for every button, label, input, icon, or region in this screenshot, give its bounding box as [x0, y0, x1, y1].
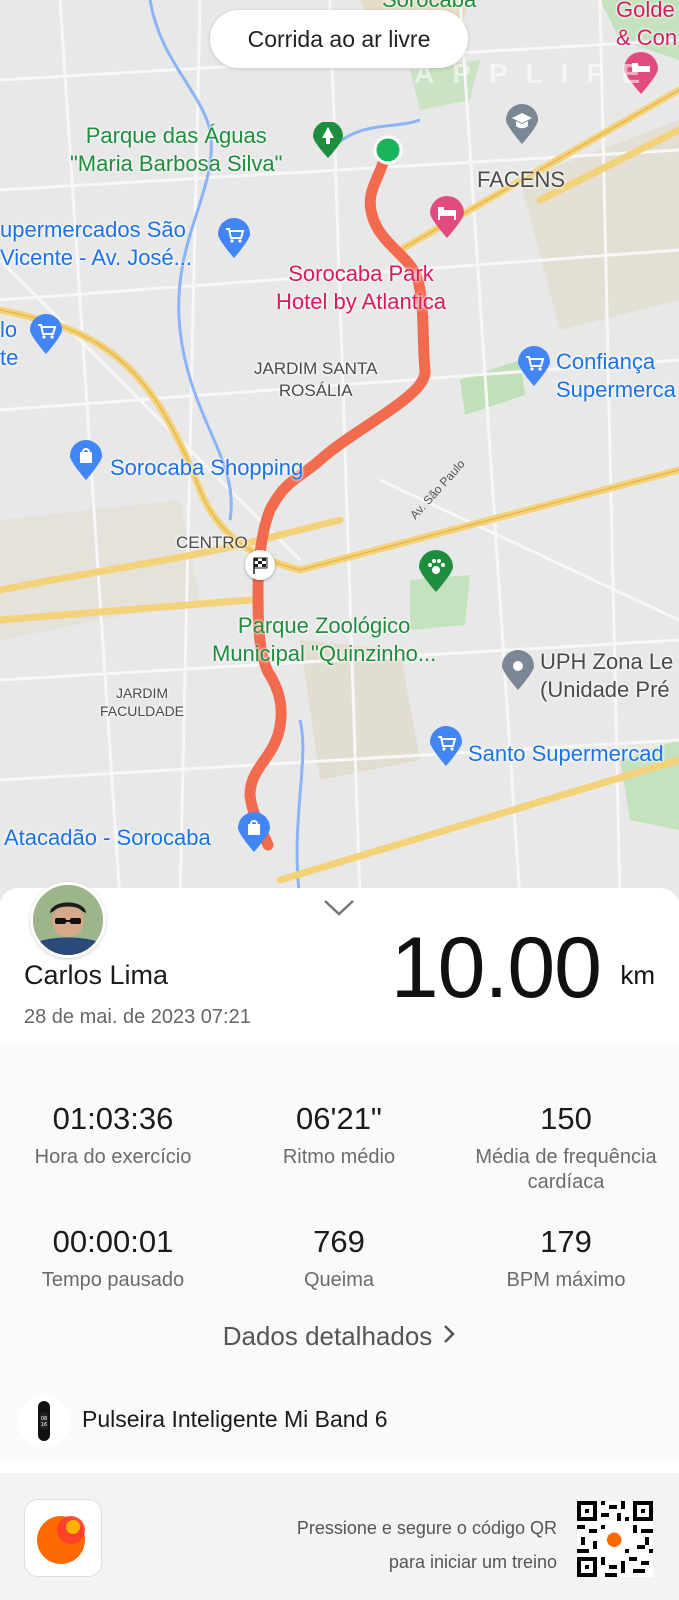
user-name: Carlos Lima: [24, 960, 169, 990]
university-pin-icon: [506, 104, 538, 144]
stat-value: 01:03:36: [52, 1101, 174, 1136]
location-pin-icon: [502, 650, 534, 690]
stat-value: 06'21": [296, 1101, 382, 1136]
map-label-supermercados: upermercados São Vicente - Av. José...: [0, 217, 192, 270]
stat-average-pace: 06'21" Ritmo médio: [226, 1101, 452, 1170]
device-row[interactable]: 08 16 Pulseira Inteligente Mi Band 6: [0, 1378, 679, 1463]
stat-value: 179: [540, 1224, 592, 1259]
map-label-lo: lo te: [0, 317, 19, 370]
workout-date: 28 de mai. de 2023 07:21: [24, 1006, 251, 1028]
shopping-pin-icon: [30, 314, 62, 354]
park-pin-icon: [313, 122, 343, 158]
zoo-pin-icon: [419, 550, 453, 592]
footer: Pressione e segure o código QR para inic…: [0, 1473, 679, 1600]
stat-label: Tempo pausado: [41, 1269, 185, 1291]
avatar[interactable]: [30, 882, 106, 958]
workout-summary-sheet: Carlos Lima 28 de mai. de 2023 07:21 10.…: [0, 882, 679, 1600]
stat-label: Queima: [303, 1269, 375, 1291]
chevron-right-icon: [442, 1321, 456, 1352]
map-label-golden: Golde & Con: [616, 0, 678, 50]
finish-flag-icon: [245, 550, 275, 580]
stat-exercise-time: 01:03:36 Hora do exercício: [0, 1101, 226, 1170]
stat-average-heart-rate: 150 Média de frequência cardíaca: [453, 1101, 679, 1195]
map-label-hotel: Sorocaba Park Hotel by Atlantica: [276, 261, 446, 314]
shopping-pin-icon: [430, 726, 462, 766]
qr-code[interactable]: [577, 1501, 653, 1577]
map-label-zoologico: Parque Zoológico Municipal "Quinzinho...: [212, 613, 437, 666]
map-label-jardim-faculdade: JARDIM FACULDADE: [100, 685, 185, 719]
qr-text-line2: para iniciar um treino: [388, 1552, 557, 1572]
stat-max-bpm: 179 BPM máximo: [453, 1224, 679, 1293]
map-label-centro: CENTRO: [176, 533, 248, 552]
stat-value: 00:00:01: [52, 1224, 174, 1259]
detailed-data-link[interactable]: Dados detalhados: [0, 1321, 679, 1352]
distance-value: 10.00: [390, 920, 602, 1016]
stat-value: 769: [313, 1224, 365, 1259]
stat-calories: 769 Queima: [226, 1224, 452, 1293]
smart-band-icon: 08 16: [18, 1395, 70, 1447]
mall-pin-icon: [70, 440, 102, 480]
qr-text-line1: Pressione e segure o código QR: [296, 1518, 557, 1538]
map-label-sorocaba-shopping: Sorocaba Shopping: [110, 455, 304, 480]
stat-label: Média de frequência cardíaca: [475, 1146, 657, 1193]
map-label-santo-supermercado: Santo Supermercad: [468, 741, 664, 766]
stat-label: BPM máximo: [506, 1269, 626, 1291]
stat-value: 150: [540, 1101, 592, 1136]
map-label-atacadao: Atacadão - Sorocaba: [4, 825, 211, 850]
stat-label: Ritmo médio: [282, 1146, 396, 1168]
app-logo-icon: [24, 1499, 102, 1577]
map-label-facens: FACENS: [477, 167, 566, 192]
stat-label: Hora do exercício: [34, 1146, 192, 1168]
stat-paused-time: 00:00:01 Tempo pausado: [0, 1224, 226, 1293]
route-map[interactable]: Parque das Águas "Maria Barbosa Silva" F…: [0, 0, 679, 900]
qr-instructions: Pressione e segure o código QR para inic…: [297, 1511, 557, 1579]
workout-title: Corrida ao ar livre: [210, 10, 468, 68]
shopping-pin-icon: [218, 218, 250, 258]
map-label-jardim-santa-rosalia: JARDIM SANTA ROSÁLIA: [254, 359, 378, 400]
distance-unit: km: [620, 960, 655, 990]
map-label-confianca: Confiança Supermerca: [556, 349, 676, 402]
device-name: Pulseira Inteligente Mi Band 6: [82, 1406, 388, 1432]
svg-text:16: 16: [41, 1422, 47, 1428]
mall-pin-icon: [238, 812, 270, 852]
collapse-chevron-icon[interactable]: [322, 898, 356, 918]
map-label-uph: UPH Zona Le (Unidade Pré: [540, 649, 674, 702]
detailed-data-label: Dados detalhados: [222, 1321, 433, 1351]
map-label-parque-aguas: Parque das Águas "Maria Barbosa Silva": [70, 123, 283, 176]
shopping-pin-icon: [518, 346, 550, 386]
hotel-pin-icon: [430, 196, 464, 238]
